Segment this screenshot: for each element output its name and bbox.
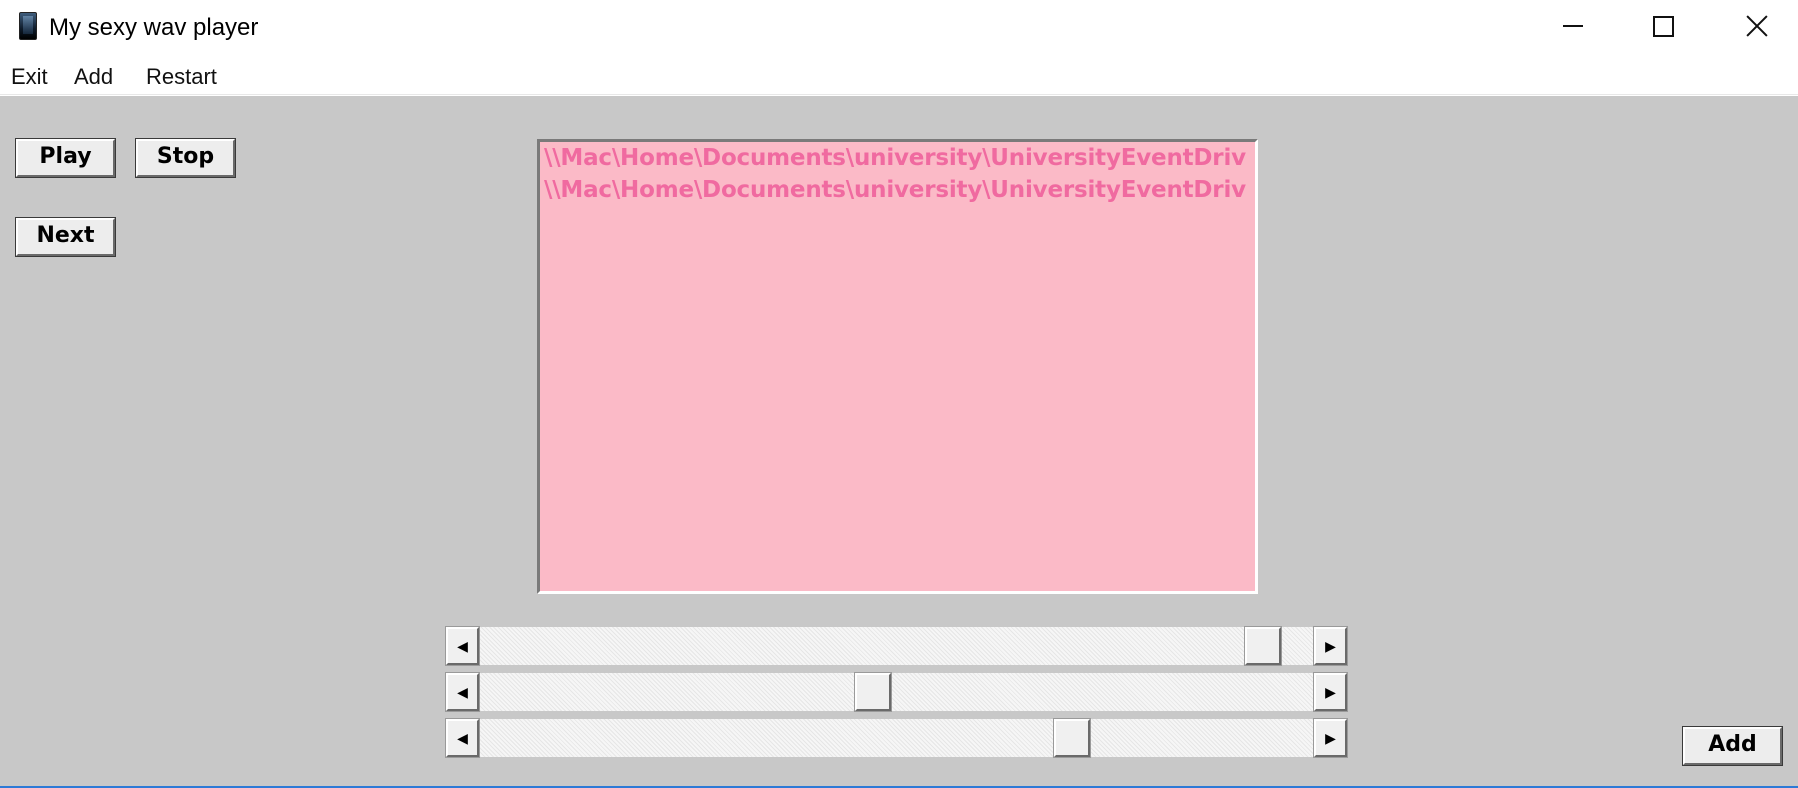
maximize-icon	[1653, 16, 1674, 37]
close-icon	[1746, 15, 1768, 37]
menu-item-exit[interactable]: Exit	[10, 64, 49, 90]
position-slider-thumb[interactable]	[1244, 626, 1283, 666]
minimize-icon	[1563, 25, 1583, 27]
playlist-listbox[interactable]: \\Mac\Home\Documents\university\Universi…	[537, 139, 1258, 594]
menu-item-add[interactable]: Add	[73, 64, 114, 90]
title-bar[interactable]: My sexy wav player	[0, 0, 1798, 56]
add-button[interactable]: Add	[1682, 726, 1783, 766]
menu-item-restart[interactable]: Restart	[145, 64, 218, 90]
volume-slider[interactable]: ◀ ▶	[445, 671, 1348, 713]
volume-slider-left-arrow-icon[interactable]: ◀	[445, 672, 480, 712]
balance-slider-track[interactable]	[480, 719, 1313, 757]
playlist-item[interactable]: \\Mac\Home\Documents\university\Universi…	[540, 174, 1255, 206]
volume-slider-right-arrow-icon[interactable]: ▶	[1313, 672, 1348, 712]
menu-bar: Exit Add Restart	[0, 60, 1798, 95]
app-window: My sexy wav player Exit Add Restart Play…	[0, 0, 1798, 788]
close-button[interactable]	[1710, 0, 1798, 52]
play-button[interactable]: Play	[15, 138, 116, 178]
position-slider-left-arrow-icon[interactable]: ◀	[445, 626, 480, 666]
volume-slider-track[interactable]	[480, 673, 1313, 711]
stop-button[interactable]: Stop	[135, 138, 236, 178]
position-slider[interactable]: ◀ ▶	[445, 625, 1348, 667]
window-title: My sexy wav player	[49, 14, 259, 41]
balance-slider-thumb[interactable]	[1052, 718, 1091, 758]
next-button[interactable]: Next	[15, 217, 116, 257]
position-slider-right-arrow-icon[interactable]: ▶	[1313, 626, 1348, 666]
maximize-button[interactable]	[1618, 0, 1710, 52]
volume-slider-thumb[interactable]	[853, 672, 892, 712]
balance-slider-left-arrow-icon[interactable]: ◀	[445, 718, 480, 758]
balance-slider[interactable]: ◀ ▶	[445, 717, 1348, 759]
position-slider-track[interactable]	[480, 627, 1313, 665]
media-player-icon	[19, 12, 37, 40]
playlist-item[interactable]: \\Mac\Home\Documents\university\Universi…	[540, 142, 1255, 174]
minimize-button[interactable]	[1526, 0, 1618, 52]
balance-slider-right-arrow-icon[interactable]: ▶	[1313, 718, 1348, 758]
